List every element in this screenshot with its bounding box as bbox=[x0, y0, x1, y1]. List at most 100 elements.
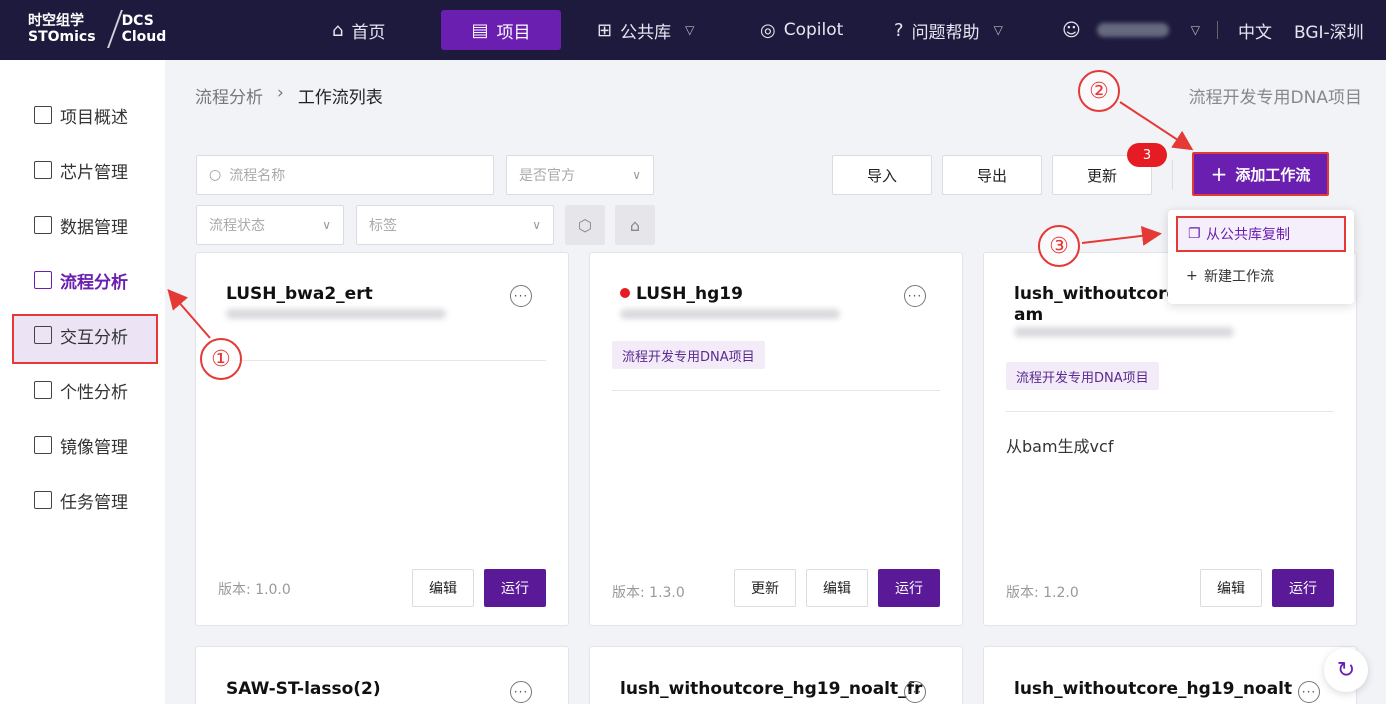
nav-divider bbox=[1217, 21, 1218, 39]
redacted-meta bbox=[620, 309, 840, 319]
chevron-down-icon: ∨ bbox=[322, 218, 331, 232]
edit-button[interactable]: 编辑 bbox=[412, 569, 474, 607]
refresh-icon: ↻ bbox=[1336, 657, 1356, 683]
workflow-icon bbox=[34, 271, 52, 289]
tag-placeholder: 标签 bbox=[369, 218, 397, 234]
home-icon: ⌂ bbox=[332, 19, 344, 41]
run-button[interactable]: 运行 bbox=[1272, 569, 1334, 607]
settings-button[interactable]: ⬡ bbox=[565, 205, 605, 245]
nav-copilot-label: Copilot bbox=[783, 20, 844, 40]
user-icon: ☺ bbox=[1062, 19, 1081, 41]
brand-logo[interactable]: 时空组学 STOmics DCS Cloud bbox=[28, 10, 166, 48]
breadcrumb-parent[interactable]: 流程分析 bbox=[195, 83, 263, 108]
chip-icon bbox=[34, 161, 52, 179]
sidebar-item-images[interactable]: 镜像管理 bbox=[34, 433, 128, 458]
sidebar-item-label: 个性分析 bbox=[60, 382, 128, 403]
project-tag: 流程开发专用DNA项目 bbox=[1006, 362, 1159, 390]
sidebar-item-label: 芯片管理 bbox=[60, 162, 128, 183]
version-value: 1.3.0 bbox=[649, 585, 685, 601]
export-button[interactable]: 导出 bbox=[942, 155, 1042, 195]
nav-copilot[interactable]: ◎ Copilot bbox=[760, 0, 843, 60]
sidebar-item-interactive[interactable]: 交互分析 bbox=[34, 323, 128, 348]
top-bar: 时空组学 STOmics DCS Cloud ⌂ 首页 ▤ 项目 ⊞ 公共库 ▽… bbox=[0, 0, 1386, 60]
status-dot bbox=[620, 288, 630, 298]
hexagon-settings-icon: ⬡ bbox=[578, 215, 592, 235]
nav-user-menu[interactable]: ☺ ▽ bbox=[1062, 0, 1200, 60]
edit-button[interactable]: 编辑 bbox=[806, 569, 868, 607]
search-placeholder: 流程名称 bbox=[229, 168, 286, 184]
annotation-step-3: ③ bbox=[1038, 225, 1080, 267]
workflow-card[interactable]: LUSH_bwa2_ert ··· 版本: 1.0.0 编辑 运行 bbox=[195, 252, 569, 626]
nav-organization[interactable]: BGI-深圳 bbox=[1294, 0, 1364, 60]
version-label: 版本: bbox=[1006, 585, 1039, 601]
more-options-icon[interactable]: ··· bbox=[904, 681, 926, 703]
sidebar-item-tasks[interactable]: 任务管理 bbox=[34, 488, 128, 513]
workflow-card[interactable]: LUSH_hg19 ··· 流程开发专用DNA项目 版本: 1.3.0 更新 编… bbox=[589, 252, 963, 626]
project-tag: 流程开发专用DNA项目 bbox=[612, 341, 765, 369]
workflow-card[interactable]: lush_withoutcore_h am 流程开发专用DNA项目 从bam生成… bbox=[983, 252, 1357, 626]
version-value: 1.0.0 bbox=[255, 582, 291, 598]
sidebar-item-custom[interactable]: 个性分析 bbox=[34, 378, 128, 403]
chevron-down-icon: ∨ bbox=[532, 218, 541, 232]
more-options-icon[interactable]: ··· bbox=[510, 681, 532, 703]
version-info: 版本: 1.0.0 bbox=[218, 579, 291, 599]
update-button[interactable]: 更新 bbox=[734, 569, 796, 607]
more-options-icon[interactable]: ··· bbox=[1298, 681, 1320, 703]
document-icon: ▤ bbox=[471, 19, 489, 41]
version-info: 版本: 1.2.0 bbox=[1006, 582, 1079, 602]
run-button[interactable]: 运行 bbox=[878, 569, 940, 607]
card-divider bbox=[1006, 411, 1334, 412]
edit-button[interactable]: 编辑 bbox=[1200, 569, 1262, 607]
official-placeholder: 是否官方 bbox=[519, 168, 575, 184]
sidebar-item-chips[interactable]: 芯片管理 bbox=[34, 158, 128, 183]
breadcrumb: 流程分析 › 工作流列表 bbox=[195, 83, 383, 108]
breadcrumb-separator: › bbox=[277, 83, 284, 103]
code-icon bbox=[34, 381, 52, 399]
workflow-card[interactable]: SAW-ST-lasso(2) ··· bbox=[195, 646, 569, 704]
redacted-meta bbox=[226, 309, 446, 319]
workflow-card[interactable]: lush_withoutcore_hg19_noalt ··· bbox=[983, 646, 1357, 704]
document-icon bbox=[34, 106, 52, 124]
workflow-description: 从bam生成vcf bbox=[1006, 437, 1114, 456]
status-placeholder: 流程状态 bbox=[209, 218, 265, 234]
copy-icon: ❐ bbox=[1188, 226, 1201, 242]
nav-library[interactable]: ⊞ 公共库 ▽ bbox=[597, 0, 694, 60]
file-upload-icon bbox=[34, 216, 52, 234]
product-name-1: DCS bbox=[121, 13, 154, 29]
sidebar-item-overview[interactable]: 项目概述 bbox=[34, 103, 128, 128]
more-options-icon[interactable]: ··· bbox=[510, 285, 532, 307]
nav-help-label: 问题帮助 bbox=[911, 22, 980, 43]
add-workflow-button[interactable]: + 添加工作流 bbox=[1192, 152, 1329, 196]
nav-home[interactable]: ⌂ 首页 bbox=[332, 0, 385, 60]
status-select[interactable]: 流程状态 ∨ bbox=[196, 205, 344, 245]
product-name-2: Cloud bbox=[121, 29, 167, 45]
nav-project[interactable]: ▤ 项目 bbox=[441, 10, 561, 50]
more-options-icon[interactable]: ··· bbox=[904, 285, 926, 307]
chevron-down-icon: ▽ bbox=[685, 23, 695, 37]
docker-icon bbox=[34, 436, 52, 454]
layers-icon bbox=[34, 491, 52, 509]
workflow-title-continued: am bbox=[1014, 305, 1044, 325]
run-button[interactable]: 运行 bbox=[484, 569, 546, 607]
refresh-fab-button[interactable]: ↻ bbox=[1324, 648, 1368, 692]
search-icon: ○ bbox=[209, 167, 222, 183]
annotation-step-1: ① bbox=[200, 338, 242, 380]
workflow-title: lush_withoutcore_hg19_noalt bbox=[1014, 679, 1293, 699]
menu-item-new-workflow[interactable]: + 新建工作流 bbox=[1176, 258, 1346, 294]
workflow-card[interactable]: lush_withoutcore_hg19_noalt_fr ··· bbox=[589, 646, 963, 704]
tag-select[interactable]: 标签 ∨ bbox=[356, 205, 554, 245]
sidebar-item-workflow[interactable]: 流程分析 bbox=[34, 268, 128, 293]
nav-project-label: 项目 bbox=[496, 22, 531, 43]
nav-help[interactable]: ? 问题帮助 ▽ bbox=[894, 0, 1003, 60]
version-label: 版本: bbox=[218, 582, 251, 598]
official-select[interactable]: 是否官方 ∨ bbox=[506, 155, 654, 195]
clear-button[interactable]: ⌂ bbox=[615, 205, 655, 245]
import-button[interactable]: 导入 bbox=[832, 155, 932, 195]
workflow-name-search-input[interactable]: ○ 流程名称 bbox=[196, 155, 494, 195]
menu-item-copy-from-library[interactable]: ❐ 从公共库复制 bbox=[1176, 216, 1346, 252]
toolbar-divider bbox=[1172, 160, 1173, 190]
nav-language[interactable]: 中文 bbox=[1238, 0, 1272, 60]
sidebar-item-data[interactable]: 数据管理 bbox=[34, 213, 128, 238]
menu-item-label: 从公共库复制 bbox=[1206, 227, 1290, 243]
workflow-title: lush_withoutcore_hg19_noalt_fr bbox=[620, 679, 923, 699]
